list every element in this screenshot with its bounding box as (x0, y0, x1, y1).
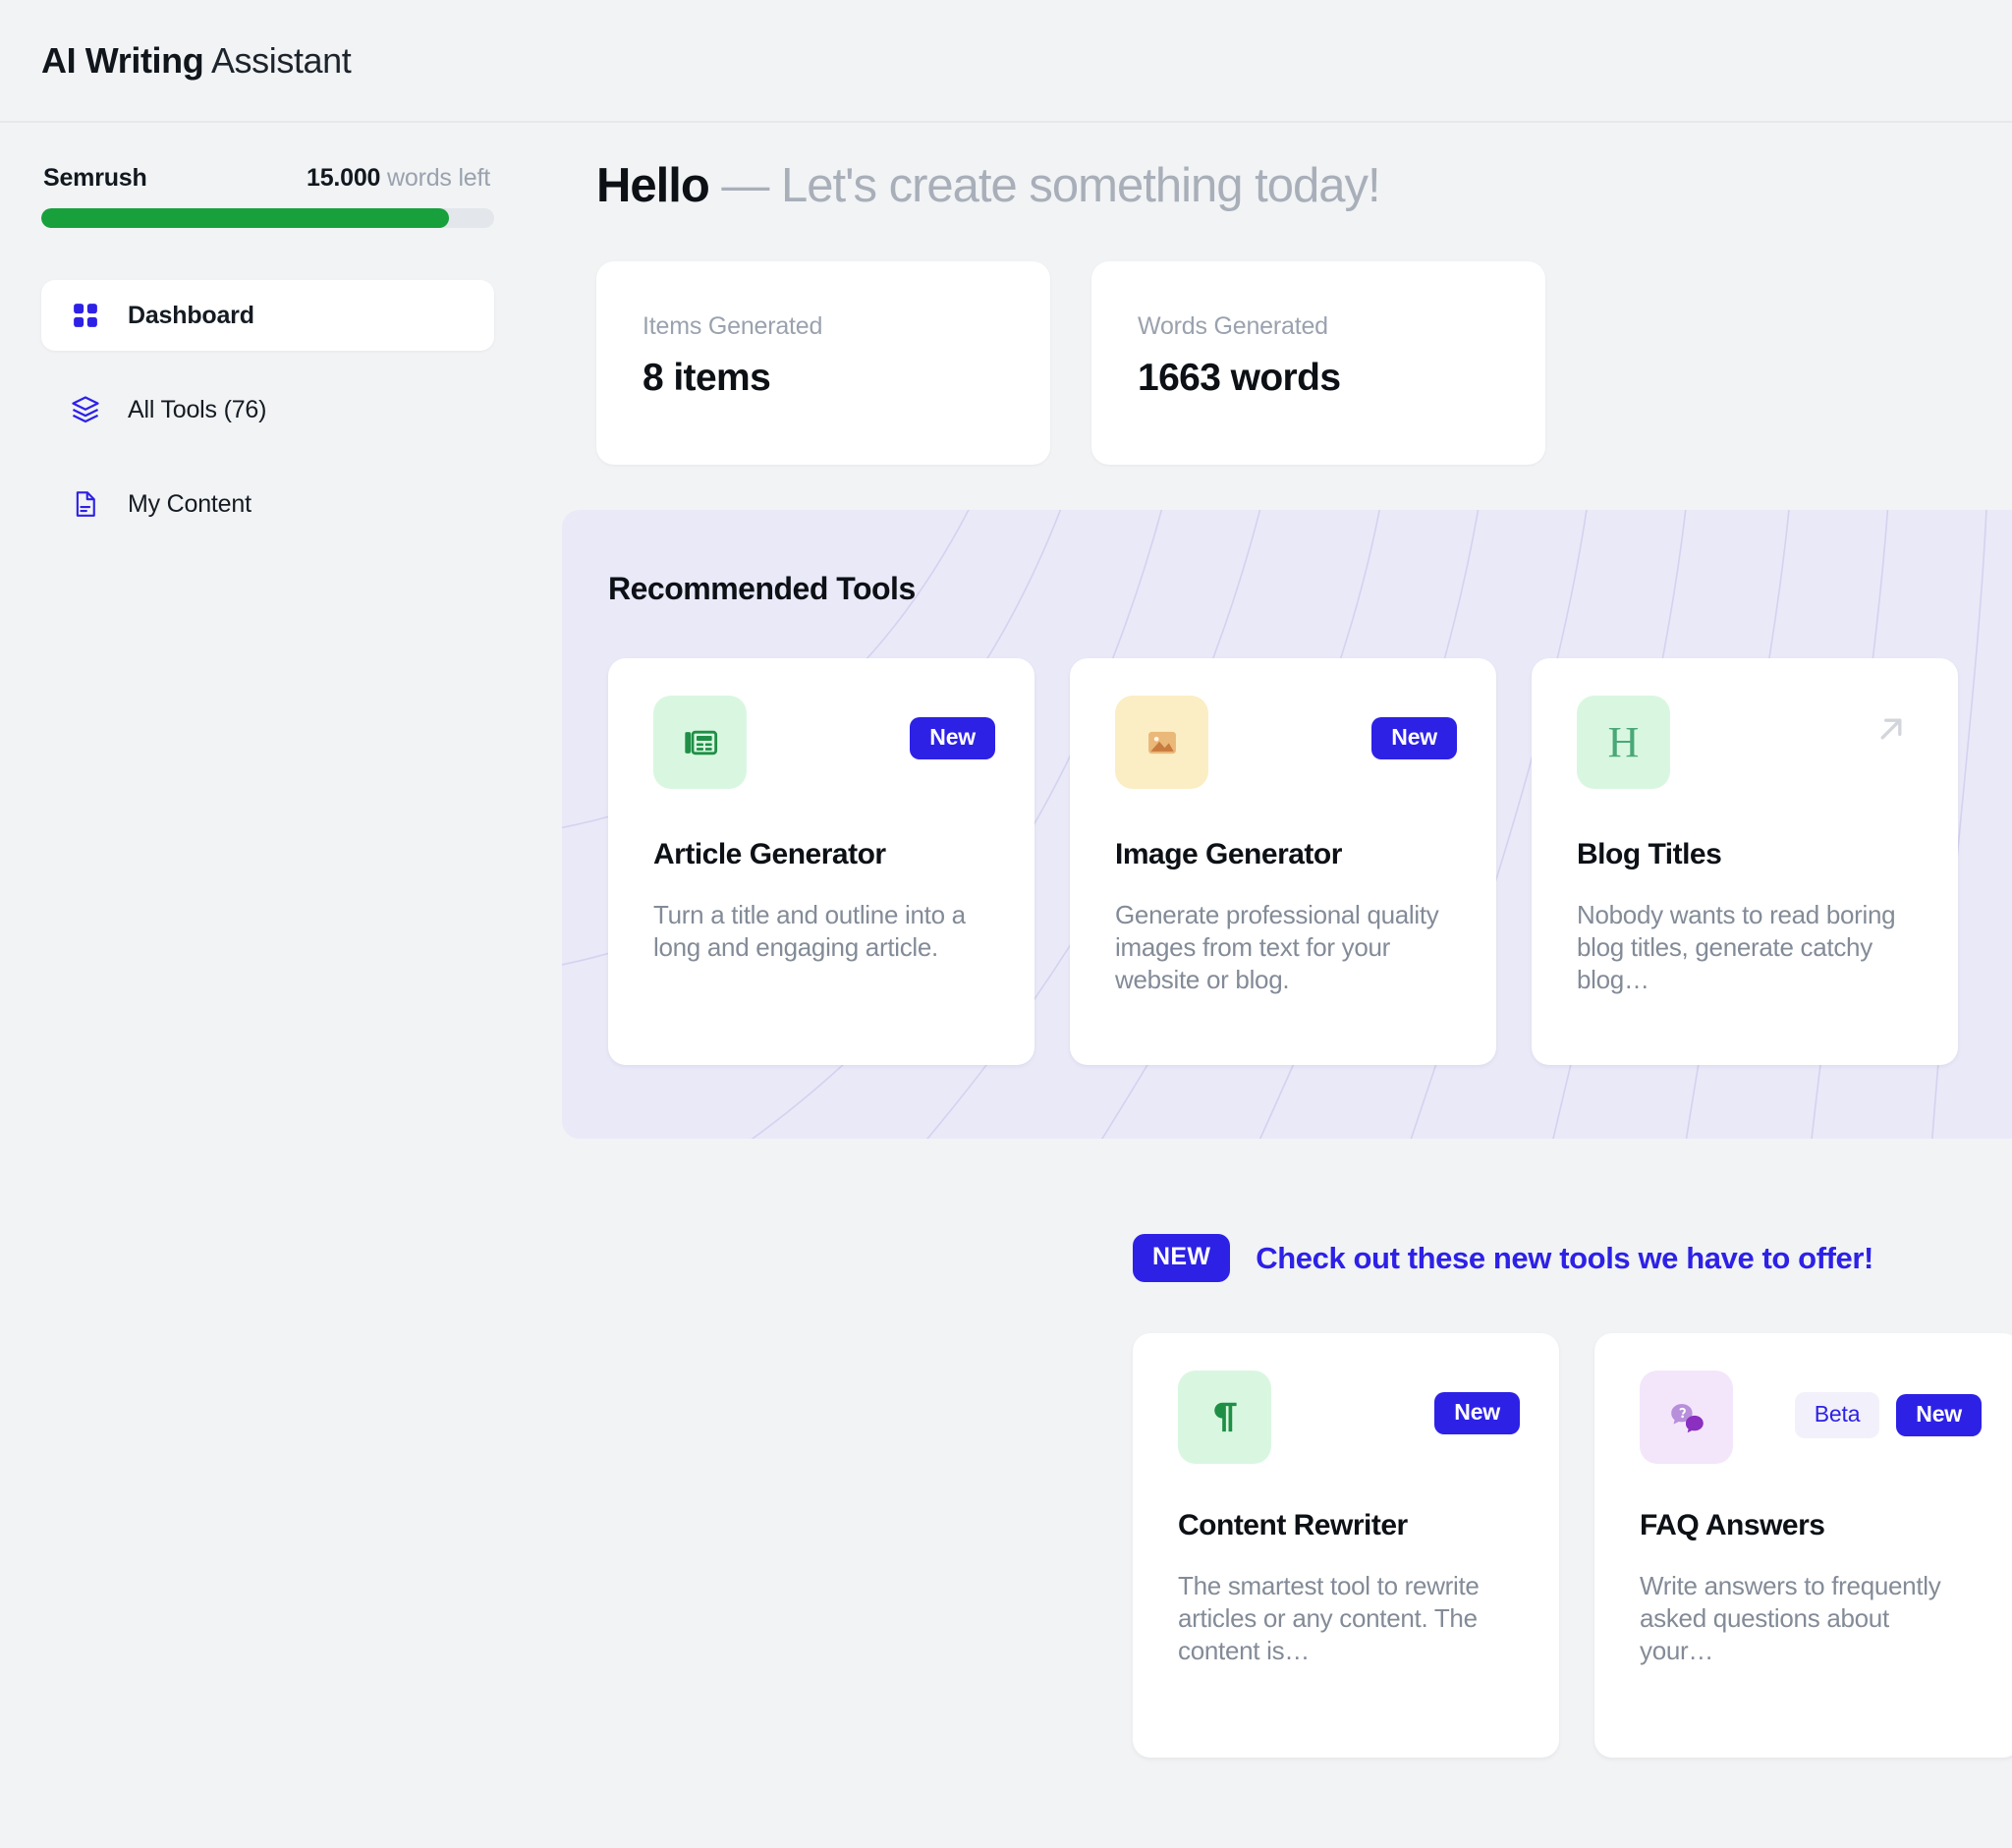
chat-question-icon (1640, 1371, 1733, 1464)
sidebar: Semrush 15.000 words left Dashboard All … (0, 123, 535, 1846)
tool-card-badges: Beta New (1794, 1371, 1982, 1438)
tool-card-description: Turn a title and outline into a long and… (653, 900, 966, 962)
new-tools-headline: Check out these new tools we have to off… (1256, 1240, 1873, 1275)
tool-card-description: Write answers to frequently asked questi… (1640, 1571, 1941, 1665)
stat-label: Items Generated (643, 312, 823, 340)
main-content: Hello — Let's create something today! It… (535, 123, 2012, 1846)
quota-progress-fill (41, 208, 449, 228)
badge-new: New (1896, 1394, 1982, 1436)
quota-widget: Semrush 15.000 words left (41, 164, 494, 228)
quota-progress-bar (41, 208, 494, 228)
new-tools-banner: NEW Check out these new tools we have to… (535, 1234, 2012, 1282)
badge-new-tag: NEW (1133, 1234, 1231, 1282)
picture-icon (1115, 696, 1208, 789)
recommended-tools-list: New Article Generator Turn a title and o… (608, 658, 2012, 1065)
quota-row: Semrush 15.000 words left (41, 164, 494, 193)
sidebar-item-all-tools[interactable]: All Tools (76) (41, 374, 494, 445)
tool-card-header: New (1178, 1371, 1520, 1464)
recommended-tools-panel: Recommended Tools New Article Generator … (562, 510, 2012, 1139)
stats-row: Items Generated 8 items Words Generated … (535, 261, 2012, 465)
stat-value: 8 items (643, 357, 771, 399)
tool-card-title: Article Generator (653, 838, 886, 870)
tool-card-title: Image Generator (1115, 838, 1342, 870)
tool-card-header: H (1577, 696, 1919, 789)
tool-card-badges: New (910, 696, 995, 759)
badge-new: New (910, 717, 995, 759)
tool-card-badges: New (1371, 696, 1457, 759)
quota-brand: Semrush (43, 164, 147, 192)
sidebar-item-dashboard[interactable]: Dashboard (41, 280, 494, 351)
sidebar-item-my-content[interactable]: My Content (41, 469, 494, 539)
tool-card-title: Content Rewriter (1178, 1509, 1408, 1541)
tool-card-blog-titles[interactable]: H Blog Titles Nobody wants to read borin… (1532, 658, 1958, 1065)
app-title-strong: AI Writing (41, 39, 204, 81)
badge-beta: Beta (1794, 1392, 1880, 1438)
tool-card-description: The smartest tool to rewrite articles or… (1178, 1571, 1480, 1665)
stat-value: 1663 words (1138, 357, 1341, 399)
pilcrow-icon (1178, 1371, 1271, 1464)
stat-card-items: Items Generated 8 items (596, 261, 1050, 465)
grid-icon (69, 299, 102, 332)
app-header: AI Writing Assistant (0, 0, 2012, 123)
badge-new: New (1434, 1392, 1520, 1434)
tool-card-header: New (1115, 696, 1457, 789)
tool-card-header: New (653, 696, 995, 789)
newspaper-icon (653, 696, 747, 789)
greeting-subtitle: — Let's create something today! (708, 159, 1380, 212)
quota-words-left: 15.000 words left (307, 164, 490, 193)
greeting-hello: Hello (596, 159, 710, 212)
tool-card-image-generator[interactable]: New Image Generator Generate professiona… (1070, 658, 1496, 1065)
sidebar-item-label: My Content (128, 489, 252, 518)
app-title: AI Writing Assistant (41, 39, 352, 82)
new-tools-list: New Content Rewriter The smartest tool t… (535, 1333, 2012, 1758)
sidebar-nav: Dashboard All Tools (76) My Content (41, 280, 494, 563)
tool-card-article-generator[interactable]: New Article Generator Turn a title and o… (608, 658, 1034, 1065)
recommended-tools-title: Recommended Tools (608, 571, 916, 606)
tool-card-content-rewriter[interactable]: New Content Rewriter The smartest tool t… (1133, 1333, 1559, 1758)
layers-icon (69, 393, 102, 426)
sidebar-item-label: All Tools (76) (128, 395, 267, 423)
tool-card-title: FAQ Answers (1640, 1509, 1825, 1541)
badge-new: New (1371, 717, 1457, 759)
tool-card-badges: New (1434, 1371, 1520, 1434)
tool-card-description: Generate professional quality images fro… (1115, 900, 1439, 994)
document-icon (69, 487, 102, 521)
quota-amount: 15.000 (307, 164, 381, 192)
stat-card-words: Words Generated 1663 words (1091, 261, 1545, 465)
heading-h-icon: H (1577, 696, 1670, 789)
tool-card-description: Nobody wants to read boring blog titles,… (1577, 900, 1896, 994)
sidebar-item-label: Dashboard (128, 301, 254, 329)
quota-unit: words left (380, 164, 490, 192)
tool-card-faq-answers[interactable]: Beta New FAQ Answers Write answers to fr… (1594, 1333, 2012, 1758)
page-title: Hello — Let's create something today! (535, 158, 2012, 213)
tool-card-title: Blog Titles (1577, 838, 1722, 870)
tool-card-header: Beta New (1640, 1371, 1982, 1464)
app-title-light: Assistant (203, 39, 352, 81)
stat-label: Words Generated (1138, 312, 1328, 340)
open-external-arrow-icon[interactable] (1870, 696, 1919, 756)
